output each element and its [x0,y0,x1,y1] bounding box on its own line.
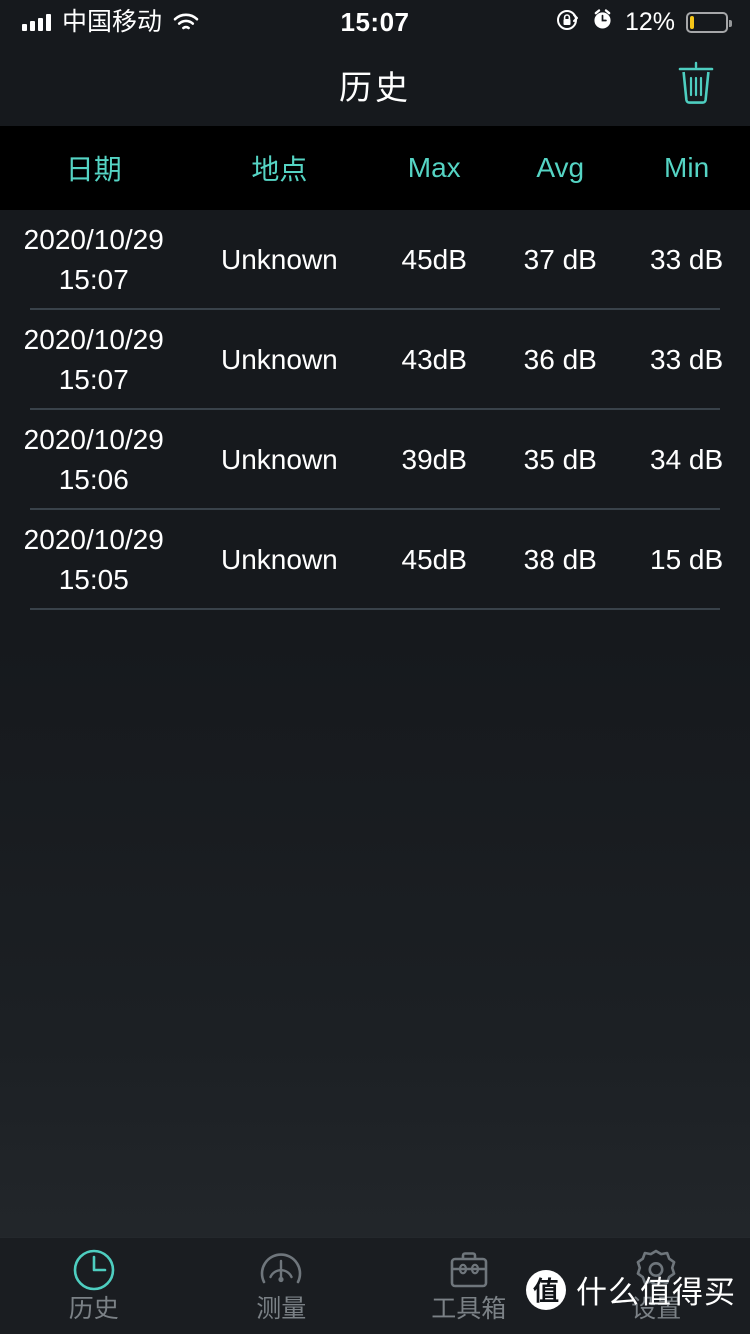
clock-icon [71,1247,117,1293]
cell-date-time: 15:07 [58,264,129,295]
cellular-bars-icon [22,13,51,31]
column-header-min[interactable]: Min [623,152,750,184]
cell-location: Unknown [221,444,338,475]
column-header-max[interactable]: Max [371,152,497,184]
tab-settings[interactable]: 设置 [563,1238,750,1334]
cell-max: 43dB [401,344,467,375]
delete-all-button[interactable] [664,54,728,116]
cell-date: 2020/10/29 15:07 [0,324,188,396]
tab-history[interactable]: 历史 [0,1238,188,1334]
battery-fill [690,15,695,29]
status-bar-clock: 15:07 [340,6,410,37]
rotation-lock-icon [556,8,580,37]
cell-date-time: 15:05 [58,564,129,595]
table-row[interactable]: 2020/10/29 15:07 Unknown 43dB 36 dB 33 d… [0,310,750,410]
page-title: 历史 [339,69,411,106]
cell-max: 45dB [401,244,467,275]
app-screen: 中国移动 15:07 12% 历史 日期 地点 Max Avg Min 2020… [0,0,750,1334]
battery-percent-label: 12% [624,7,675,36]
tab-label-measure: 测量 [256,1295,307,1323]
tab-toolbox[interactable]: 工具箱 [375,1238,563,1334]
battery-icon [686,11,732,33]
cell-date-time: 15:06 [58,464,129,495]
cell-location: Unknown [221,344,338,375]
cell-date-day: 2020/10/29 [23,524,164,555]
cell-date: 2020/10/29 15:07 [0,224,188,296]
gauge-icon [258,1247,304,1293]
cell-min: 33 dB [650,244,724,275]
column-header-avg[interactable]: Avg [497,152,623,184]
table-row[interactable]: 2020/10/29 15:07 Unknown 45dB 37 dB 33 d… [0,210,750,310]
status-bar: 中国移动 15:07 12% [0,0,750,44]
column-header-location[interactable]: 地点 [188,148,372,188]
cell-location: Unknown [221,544,338,575]
tab-measure[interactable]: 测量 [188,1238,376,1334]
tab-label-history: 历史 [68,1295,119,1323]
cell-min: 15 dB [650,544,724,575]
table-row[interactable]: 2020/10/29 15:05 Unknown 45dB 38 dB 15 d… [0,510,750,610]
alarm-clock-icon [591,8,614,36]
table-header-row: 日期 地点 Max Avg Min [0,126,750,210]
cell-max: 45dB [401,544,467,575]
carrier-label: 中国移动 [62,7,163,36]
table-row[interactable]: 2020/10/29 15:06 Unknown 39dB 35 dB 34 d… [0,410,750,510]
gear-icon [633,1247,679,1293]
cell-avg: 38 dB [523,544,597,575]
cell-date-day: 2020/10/29 [23,224,164,255]
cell-min: 34 dB [650,444,724,475]
cell-date-day: 2020/10/29 [23,424,164,455]
status-bar-left: 中国移动 [22,7,199,36]
cell-avg: 37 dB [523,244,597,275]
cell-max: 39dB [401,444,467,475]
tab-label-toolbox: 工具箱 [431,1295,507,1323]
briefcase-icon [446,1247,492,1293]
cell-date-time: 15:07 [58,364,129,395]
cell-date: 2020/10/29 15:06 [0,424,188,496]
wifi-icon [173,13,199,32]
cell-avg: 35 dB [523,444,597,475]
cell-location: Unknown [221,244,338,275]
cell-min: 33 dB [650,344,724,375]
cell-avg: 36 dB [523,344,597,375]
nav-bar: 历史 [0,44,750,126]
status-bar-right: 12% [556,7,732,37]
tab-bar: 历史 测量 工具箱 设置 值 什么值得买 [0,1237,750,1334]
trash-icon [674,60,718,111]
column-header-date[interactable]: 日期 [0,148,188,188]
history-list[interactable]: 2020/10/29 15:07 Unknown 45dB 37 dB 33 d… [0,210,750,1237]
tab-label-settings: 设置 [631,1295,682,1323]
cell-date-day: 2020/10/29 [23,324,164,355]
cell-date: 2020/10/29 15:05 [0,524,188,596]
